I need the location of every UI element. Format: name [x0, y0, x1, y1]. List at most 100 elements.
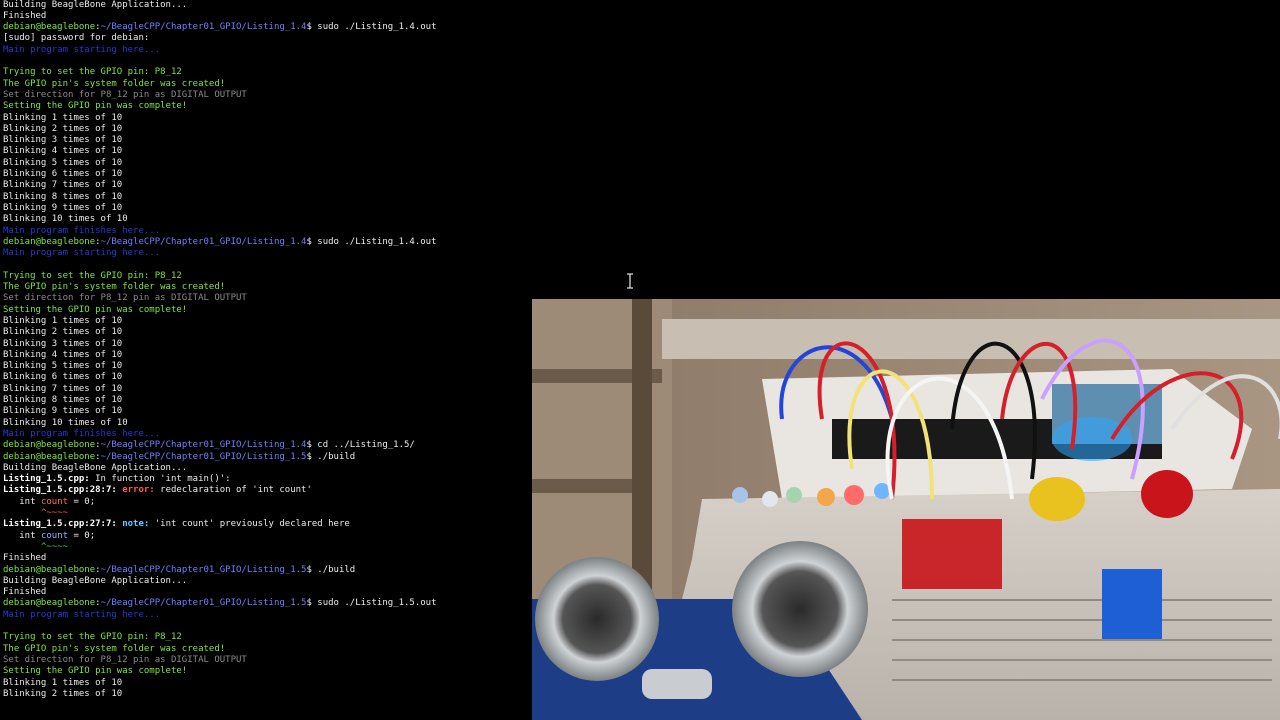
diag-message: 'int count' previously declared here [149, 519, 350, 530]
terminal-line: Blinking 3 times of 10 [3, 339, 122, 350]
terminal-line: Setting the GPIO pin was complete! [3, 305, 187, 316]
terminal-text: Blinking 3 times of 10 [3, 135, 123, 146]
terminal-line: Main program starting here... [3, 610, 160, 621]
terminal-text: Main program starting here... [3, 44, 161, 55]
terminal-text: Set direction for P8_12 pin as DIGITAL O… [3, 293, 247, 304]
squiggle: ^~~~~ [40, 541, 69, 552]
terminal-text: Blinking 7 times of 10 [3, 383, 123, 394]
terminal-line: Blinking 6 times of 10 [3, 169, 122, 180]
prompt-user: debian@beaglebone [3, 451, 96, 462]
terminal-line: Blinking 5 times of 10 [3, 361, 122, 372]
terminal-text: Blinking 3 times of 10 [3, 338, 123, 349]
diag-location: Listing_1.5.cpp:28:7: [3, 485, 117, 496]
terminal-line: Listing_1.5.cpp:28:7: error: redeclarati… [3, 485, 312, 496]
terminal-text: Finished [3, 10, 47, 21]
squiggle: ^~~~~ [40, 508, 69, 518]
terminal-line: ^~~~~ [3, 542, 68, 553]
terminal-line: Blinking 10 times of 10 [3, 214, 128, 225]
terminal-text: Setting the GPIO pin was complete! [3, 304, 188, 315]
prompt-cwd: ~/BeagleCPP/Chapter01_GPIO/Listing_1.5 [100, 598, 307, 609]
terminal-line: debian@beaglebone:~/BeagleCPP/Chapter01_… [3, 22, 437, 33]
code-prefix: int [3, 496, 41, 507]
terminal-line: Setting the GPIO pin was complete! [3, 101, 187, 112]
squiggle-pad [3, 508, 41, 518]
terminal-text: Building BeagleBone Application... [3, 575, 188, 586]
terminal-line: Building BeagleBone Application... [3, 0, 187, 11]
squiggle-pad [3, 542, 41, 552]
terminal-line: debian@beaglebone:~/BeagleCPP/Chapter01_… [3, 565, 355, 576]
terminal-line: The GPIO pin's system folder was created… [3, 282, 225, 293]
terminal-line: Blinking 7 times of 10 [3, 384, 122, 395]
code-highlight: count [40, 530, 69, 541]
terminal-text: Finished [3, 587, 47, 598]
terminal-text: Blinking 9 times of 10 [3, 406, 123, 417]
terminal-text: Trying to set the GPIO pin: P8_12 [3, 270, 182, 281]
terminal-text: The GPIO pin's system folder was created… [3, 78, 226, 89]
terminal-line: The GPIO pin's system folder was created… [3, 79, 225, 90]
terminal-text: Blinking 2 times of 10 [3, 123, 123, 134]
terminal-line: Setting the GPIO pin was complete! [3, 666, 187, 677]
terminal-line: debian@beaglebone:~/BeagleCPP/Chapter01_… [3, 598, 437, 609]
diag-kind: note: [116, 519, 150, 530]
terminal-text: The GPIO pin's system folder was created… [3, 643, 226, 654]
terminal-line: Set direction for P8_12 pin as DIGITAL O… [3, 293, 247, 304]
terminal-text: Blinking 5 times of 10 [3, 157, 123, 168]
terminal-line: Main program starting here... [3, 248, 160, 259]
code-highlight: count [40, 496, 69, 507]
terminal-line: Finished [3, 11, 46, 22]
terminal-text: Trying to set the GPIO pin: P8_12 [3, 67, 182, 78]
terminal-line: int count = 0; [3, 497, 95, 508]
prompt-command: sudo ./Listing_1.5.out [311, 598, 437, 609]
terminal-line: Finished [3, 553, 46, 564]
terminal-text: Set direction for P8_12 pin as DIGITAL O… [3, 654, 247, 665]
terminal-line: Blinking 1 times of 10 [3, 678, 122, 689]
terminal-line: Blinking 8 times of 10 [3, 192, 122, 203]
prompt-user: debian@beaglebone [3, 236, 96, 247]
terminal-text: Building BeagleBone Application... [3, 0, 188, 10]
terminal-line: Main program finishes here... [3, 226, 160, 237]
terminal-line: [sudo] password for debian: [3, 33, 149, 44]
terminal-text: Set direction for P8_12 pin as DIGITAL O… [3, 89, 247, 100]
terminal-text: Blinking 7 times of 10 [3, 180, 123, 191]
terminal-line: debian@beaglebone:~/BeagleCPP/Chapter01_… [3, 452, 355, 463]
diag-location: Listing_1.5.cpp:27:7: [3, 519, 117, 530]
code-suffix: = 0; [68, 496, 96, 507]
terminal-line: Blinking 6 times of 10 [3, 372, 122, 383]
terminal-text: Main program starting here... [3, 248, 161, 259]
diag-kind: error: [116, 485, 155, 496]
terminal-text: Trying to set the GPIO pin: P8_12 [3, 632, 182, 643]
diag-message: In function 'int main()': [89, 474, 231, 485]
terminal-line: Building BeagleBone Application... [3, 576, 187, 587]
code-suffix: = 0; [68, 530, 96, 541]
terminal-line: Blinking 5 times of 10 [3, 158, 122, 169]
terminal-text: Blinking 1 times of 10 [3, 677, 123, 688]
terminal-text: Main program finishes here... [3, 428, 161, 439]
terminal-line: Listing_1.5.cpp: In function 'int main()… [3, 474, 231, 485]
terminal-text: Blinking 9 times of 10 [3, 202, 123, 213]
terminal-text: Blinking 2 times of 10 [3, 327, 123, 338]
terminal-line: Blinking 9 times of 10 [3, 406, 122, 417]
terminal-line: int count = 0; [3, 531, 95, 542]
terminal-line: Blinking 9 times of 10 [3, 203, 122, 214]
prompt-command: ./build [311, 564, 356, 575]
terminal-text: Blinking 8 times of 10 [3, 191, 123, 202]
terminal-line: debian@beaglebone:~/BeagleCPP/Chapter01_… [3, 440, 415, 451]
diag-message: redeclaration of 'int count' [154, 485, 312, 496]
prompt-user: debian@beaglebone [3, 564, 96, 575]
terminal-text: Main program starting here... [3, 609, 161, 620]
terminal-text: Blinking 1 times of 10 [3, 112, 123, 123]
terminal-line: Blinking 3 times of 10 [3, 135, 122, 146]
prompt-command: sudo ./Listing_1.4.out [311, 236, 437, 247]
terminal-text: Blinking 10 times of 10 [3, 214, 128, 225]
terminal-line: Set direction for P8_12 pin as DIGITAL O… [3, 90, 247, 101]
terminal-line: Blinking 4 times of 10 [3, 146, 122, 157]
terminal-text: Blinking 4 times of 10 [3, 146, 123, 157]
terminal-text: Blinking 1 times of 10 [3, 315, 123, 326]
terminal-line: Trying to set the GPIO pin: P8_12 [3, 632, 182, 643]
prompt-cwd: ~/BeagleCPP/Chapter01_GPIO/Listing_1.4 [100, 236, 307, 247]
terminal-line: Blinking 7 times of 10 [3, 180, 122, 191]
terminal-window[interactable]: Building BeagleBone Application... Finish… [0, 0, 532, 720]
prompt-command: ./build [311, 451, 356, 462]
terminal-line: Trying to set the GPIO pin: P8_12 [3, 67, 182, 78]
terminal-text: Finished [3, 553, 47, 564]
